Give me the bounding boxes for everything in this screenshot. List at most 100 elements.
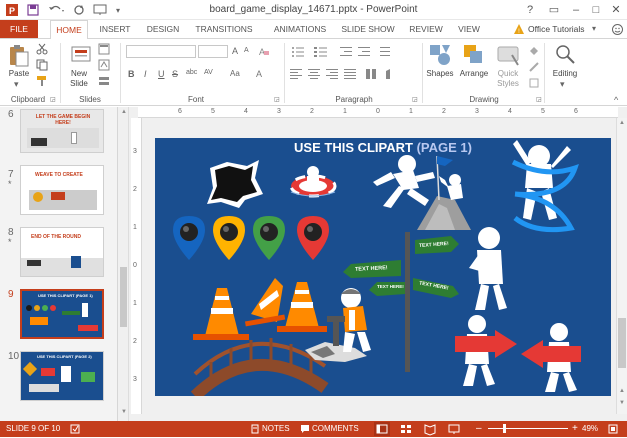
comments-icon[interactable]	[300, 424, 310, 434]
vertical-ruler[interactable]: 3 2 1 0 1 2 3	[131, 118, 142, 414]
clear-format-icon[interactable]: A	[258, 45, 270, 57]
layout-icon[interactable]	[98, 43, 110, 55]
underline-button[interactable]: U	[158, 69, 165, 79]
editor-scrollbar[interactable]: ▲ ▲ ▼	[616, 118, 627, 414]
reading-view-button[interactable]	[422, 422, 438, 436]
minimize-button[interactable]: –	[568, 2, 584, 18]
tab-design[interactable]: DESIGN	[142, 20, 184, 38]
scroll-up-icon[interactable]: ▲	[121, 109, 127, 115]
shape-outline-icon[interactable]	[528, 61, 540, 73]
shadow-button[interactable]: abc	[186, 69, 197, 76]
shapes-label[interactable]: Shapes	[424, 69, 456, 78]
ribbon-display-button[interactable]: ▭	[546, 2, 562, 18]
editing-label[interactable]: Editing	[546, 69, 584, 78]
tab-transitions[interactable]: TRANSITIONS	[192, 20, 256, 38]
zoom-slider-thumb[interactable]	[503, 424, 506, 433]
slide-sorter-button[interactable]	[398, 422, 414, 436]
font-name-dropdown[interactable]	[126, 45, 196, 58]
char-spacing-button[interactable]: AV	[204, 69, 213, 76]
normal-view-button[interactable]	[374, 422, 390, 436]
arrange-icon[interactable]	[462, 43, 486, 67]
paste-dropdown-icon[interactable]: ▾	[14, 79, 19, 90]
font-color-button[interactable]: A	[256, 69, 262, 79]
format-painter-icon[interactable]	[36, 75, 48, 87]
spellcheck-icon[interactable]	[70, 424, 80, 434]
quick-styles-icon[interactable]	[496, 43, 520, 67]
slide-thumbnail-6[interactable]: LET THE GAME BEGIN HERE!	[20, 109, 104, 153]
shape-fill-icon[interactable]	[528, 45, 540, 57]
quick-styles-label[interactable]: Quick	[492, 69, 524, 78]
new-slide-icon[interactable]	[70, 43, 92, 67]
tab-review[interactable]: REVIEW	[406, 20, 446, 38]
drawing-launcher-icon[interactable]: ◲	[536, 96, 542, 103]
new-slide-label-2[interactable]: Slide	[64, 79, 94, 88]
smiley-icon[interactable]	[612, 24, 624, 36]
list-buttons[interactable]	[290, 45, 418, 59]
clipboard-group-label: Clipboard	[10, 95, 46, 104]
fit-slide-icon[interactable]	[608, 424, 618, 434]
quick-styles-label-2[interactable]: Styles	[492, 79, 524, 88]
grow-font-button[interactable]: A	[232, 46, 238, 56]
italic-button[interactable]: I	[144, 69, 147, 79]
close-button[interactable]: ✕	[608, 2, 624, 18]
tab-insert[interactable]: INSERT	[94, 20, 136, 38]
slide-canvas[interactable]: USE THIS CLIPART (PAGE 1) TEXT HERE! TEX…	[155, 138, 611, 396]
paste-label[interactable]: Paste	[4, 69, 34, 78]
paragraph-group-label: Paragraph	[335, 95, 373, 104]
scroll-thumb[interactable]	[618, 318, 626, 368]
scroll-up-small-icon[interactable]: ▲	[619, 388, 625, 394]
slideshow-button[interactable]	[446, 422, 462, 436]
shrink-font-button[interactable]: A	[244, 47, 249, 54]
account-dropdown-icon[interactable]: ▾	[592, 24, 596, 33]
copy-icon[interactable]	[36, 59, 48, 71]
scroll-down-icon[interactable]: ▼	[121, 409, 127, 415]
new-slide-label[interactable]: New	[64, 69, 94, 78]
slide-thumbnail-7[interactable]: WEAVE TO CREATE	[20, 165, 104, 215]
scroll-up-icon[interactable]: ▲	[619, 120, 625, 126]
change-case-button[interactable]: Aa	[230, 69, 240, 78]
arrow-figure-left-clipart	[521, 323, 581, 392]
font-launcher-icon[interactable]: ◲	[274, 96, 280, 103]
tab-home[interactable]: HOME	[50, 20, 88, 39]
section-icon[interactable]	[98, 75, 110, 87]
tab-animations[interactable]: ANIMATIONS	[266, 20, 334, 38]
zoom-level[interactable]: 49%	[582, 424, 598, 433]
scroll-down-icon[interactable]: ▼	[619, 400, 625, 406]
cut-icon[interactable]	[36, 43, 48, 55]
notes-button[interactable]: NOTES	[262, 424, 290, 433]
slide-thumbnail-8[interactable]: END OF THE ROUND	[20, 227, 104, 277]
font-size-dropdown[interactable]	[198, 45, 228, 58]
zoom-slider-track[interactable]	[488, 428, 568, 429]
paste-icon[interactable]	[8, 43, 30, 67]
bold-button[interactable]: B	[128, 69, 135, 79]
shapes-icon[interactable]	[428, 43, 452, 67]
slide-thumbnail-10[interactable]: USE THIS CLIPART (PAGE 2)	[20, 351, 104, 401]
maximize-button[interactable]: □	[588, 2, 604, 18]
reset-icon[interactable]	[98, 59, 110, 71]
alignment-buttons[interactable]	[290, 67, 418, 81]
strikethrough-button[interactable]: S	[172, 69, 178, 79]
paragraph-launcher-icon[interactable]: ◲	[412, 96, 418, 103]
shape-effects-icon[interactable]	[528, 77, 540, 89]
sign-text-4[interactable]: TEXT HERE!	[377, 284, 404, 289]
help-button[interactable]: ?	[522, 2, 538, 18]
editing-dropdown-icon[interactable]: ▾	[560, 79, 565, 90]
tab-slide-show[interactable]: SLIDE SHOW	[340, 20, 396, 38]
tab-file[interactable]: FILE	[0, 20, 38, 38]
zoom-out-button[interactable]: –	[476, 423, 482, 434]
thumbnail-scrollbar[interactable]: ▲ ▼	[119, 107, 129, 421]
tab-view[interactable]: VIEW	[454, 20, 484, 38]
slide-thumbnail-9[interactable]: USE THIS CLIPART (PAGE 1)	[20, 289, 104, 339]
notes-icon[interactable]	[250, 424, 260, 434]
zoom-in-button[interactable]: +	[572, 423, 578, 434]
clipboard-launcher-icon[interactable]: ◲	[50, 96, 56, 103]
scroll-thumb[interactable]	[120, 267, 127, 327]
thumb-content	[22, 361, 38, 377]
slide-count-status[interactable]: SLIDE 9 OF 10	[6, 424, 60, 433]
editing-icon[interactable]	[554, 43, 576, 65]
account-name[interactable]: Office Tutorials	[528, 24, 585, 34]
arrange-label[interactable]: Arrange	[456, 69, 492, 78]
horizontal-ruler[interactable]: 6 5 4 3 2 1 0 1 2 3 4 5 6	[138, 107, 618, 118]
collapse-ribbon-button[interactable]: ^	[614, 95, 618, 105]
comments-button[interactable]: COMMENTS	[312, 424, 359, 433]
